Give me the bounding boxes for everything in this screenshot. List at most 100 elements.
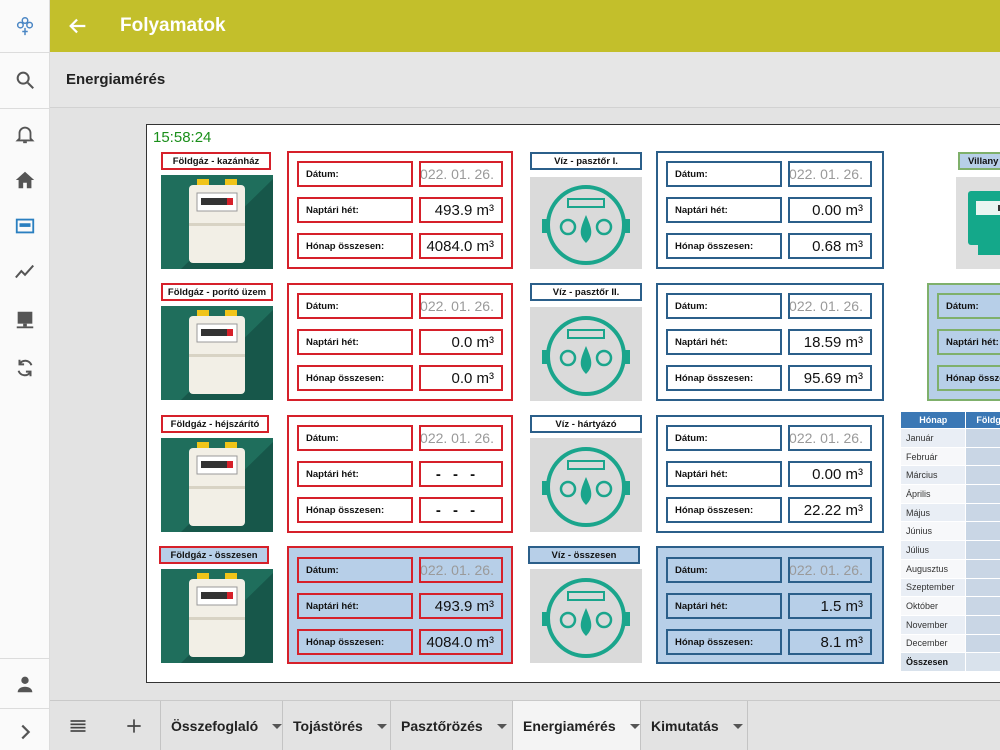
- gas-meter-title: Földgáz - porító üzem: [161, 283, 273, 301]
- week-label: Naptári hét:: [297, 461, 413, 487]
- monthly-summary-table: Hónap Földg Január Február Március Ápril…: [899, 411, 1000, 672]
- month-label: Hónap összesen:: [666, 233, 782, 259]
- week-value: 18.59 m³: [788, 329, 872, 355]
- month-label: Hónap összesen:: [666, 497, 782, 523]
- search-icon[interactable]: [0, 58, 50, 102]
- gas-meter-title: Földgáz - összesen: [159, 546, 269, 564]
- tab-osszefoglalo[interactable]: Összefoglaló: [160, 701, 283, 750]
- tab-tojastores[interactable]: Tojástörés: [282, 701, 390, 750]
- chart-icon[interactable]: [0, 250, 50, 294]
- week-label: Naptári hét:: [666, 197, 782, 223]
- date-label: Dátum:: [666, 557, 782, 583]
- date-value: 2022. 01. 26.: [788, 161, 872, 187]
- month-cell: Április: [899, 484, 967, 504]
- chevron-down-icon[interactable]: [272, 723, 283, 729]
- month-cell: Augusztus: [899, 558, 967, 579]
- value-cell: [965, 446, 1000, 467]
- week-label: Naptári hét:: [937, 329, 1000, 355]
- date-value: 2022. 01. 26.: [419, 557, 503, 583]
- month-cell: December: [899, 633, 967, 654]
- value-cell: [965, 484, 1000, 504]
- tab-kimutatas[interactable]: Kimutatás: [640, 701, 748, 750]
- water-meter-title: Víz - pasztőr II.: [530, 283, 642, 301]
- week-label: Naptári hét:: [297, 329, 413, 355]
- month-cell: Július: [899, 540, 967, 560]
- top-app-bar: Folyamatok: [50, 0, 1000, 52]
- date-value: 2022. 01. 26.: [419, 425, 503, 451]
- value-cell: [965, 521, 1000, 542]
- value-cell: [965, 502, 1000, 523]
- water-meter-title: Víz - összesen: [528, 546, 640, 564]
- total-label: Összesen: [899, 652, 967, 672]
- gas-meter-icon: [161, 306, 273, 400]
- month-cell: Június: [899, 521, 967, 542]
- gas-meter-icon: [161, 569, 273, 663]
- week-value: 493.9 m³: [419, 593, 503, 619]
- table-row: Január: [899, 428, 1000, 448]
- tab-label: Tojástörés: [293, 718, 363, 734]
- water-data-panel: Dátum: 2022. 01. 26. Naptári hét: 18.59 m³…: [656, 283, 884, 401]
- table-row: Augusztus: [899, 558, 1000, 579]
- gas-summary-panel: Dátum: 2022. 01. 26. Naptári hét: 493.9 m³…: [287, 546, 513, 664]
- tab-pasztorozes[interactable]: Pasztőrözés: [390, 701, 512, 750]
- week-label: Naptári hét:: [666, 593, 782, 619]
- month-cell: Szeptember: [899, 577, 967, 598]
- page-header: Energiamérés: [50, 52, 1000, 108]
- add-tab-icon[interactable]: [106, 701, 162, 750]
- table-row: Április: [899, 484, 1000, 504]
- date-value: 2022. 01. 26.: [788, 425, 872, 451]
- table-row: Május: [899, 502, 1000, 523]
- menu-list-icon[interactable]: [50, 701, 106, 750]
- chevron-down-icon[interactable]: [496, 723, 507, 729]
- chevron-down-icon[interactable]: [732, 723, 743, 729]
- expand-icon[interactable]: [0, 710, 50, 750]
- water-meter-icon: [530, 307, 642, 401]
- gas-meter-icon: [161, 438, 273, 532]
- value-cell: [965, 614, 1000, 635]
- energy-dashboard-canvas: 15:58:24 Földgáz - kazánház Dátum: 2022. …: [146, 124, 1000, 683]
- total-value: [965, 652, 1000, 672]
- gas-data-panel: Dátum: 2022. 01. 26. Naptári hét: 0.0 m³ H…: [287, 283, 513, 401]
- tab-label: Összefoglaló: [171, 718, 259, 734]
- table-row: November: [899, 614, 1000, 635]
- date-label: Dátum:: [666, 161, 782, 187]
- bottom-tab-bar: Összefoglaló Tojástörés Pasztőrözés Ener…: [50, 700, 1000, 750]
- gas-meter-title: Földgáz - héjszárító: [161, 415, 269, 433]
- tab-label: Pasztőrözés: [401, 718, 483, 734]
- month-value: 95.69 m³: [788, 365, 872, 391]
- water-data-panel: Dátum: 2022. 01. 26. Naptári hét: 0.00 m³ …: [656, 151, 884, 269]
- value-cell: [965, 428, 1000, 448]
- week-value: - - -: [419, 461, 503, 487]
- table-row: Június: [899, 521, 1000, 542]
- month-value: 0.0 m³: [419, 365, 503, 391]
- home-icon[interactable]: [0, 158, 50, 202]
- monitor-icon[interactable]: [0, 298, 50, 342]
- table-header-row: Hónap Földg: [899, 411, 1000, 429]
- month-cell: Május: [899, 502, 967, 523]
- water-meter-icon: [530, 177, 642, 269]
- electric-meter-icon: [956, 177, 1000, 269]
- back-arrow-icon[interactable]: [52, 0, 104, 52]
- user-icon[interactable]: [0, 662, 50, 706]
- tab-label: Energiamérés: [523, 718, 616, 734]
- table-row: Július: [899, 540, 1000, 560]
- logo-icon[interactable]: [0, 4, 50, 48]
- week-label: Naptári hét:: [666, 461, 782, 487]
- gas-data-panel: Dátum: 2022. 01. 26. Naptári hét: - - - Hó…: [287, 415, 513, 533]
- chevron-down-icon[interactable]: [629, 723, 640, 729]
- month-value: 8.1 m³: [788, 629, 872, 655]
- value-cell: [965, 633, 1000, 654]
- value-cell: [965, 596, 1000, 616]
- month-label: Hónap összesen:: [297, 497, 413, 523]
- tab-energiameres[interactable]: Energiamérés: [512, 701, 640, 750]
- date-label: Dátum:: [666, 425, 782, 451]
- water-summary-panel: Dátum: 2022. 01. 26. Naptári hét: 1.5 m³ H…: [656, 546, 884, 664]
- sync-icon[interactable]: [0, 346, 50, 390]
- value-cell: [965, 577, 1000, 598]
- dashboard-icon[interactable]: [0, 204, 50, 248]
- water-meter-icon: [530, 569, 642, 663]
- electric-meter-title: Villany: [958, 152, 1000, 170]
- chevron-down-icon[interactable]: [376, 723, 387, 729]
- electric-data-panel: Dátum: Naptári hét: Hónap összesen:: [927, 283, 1000, 401]
- bell-icon[interactable]: [0, 112, 50, 156]
